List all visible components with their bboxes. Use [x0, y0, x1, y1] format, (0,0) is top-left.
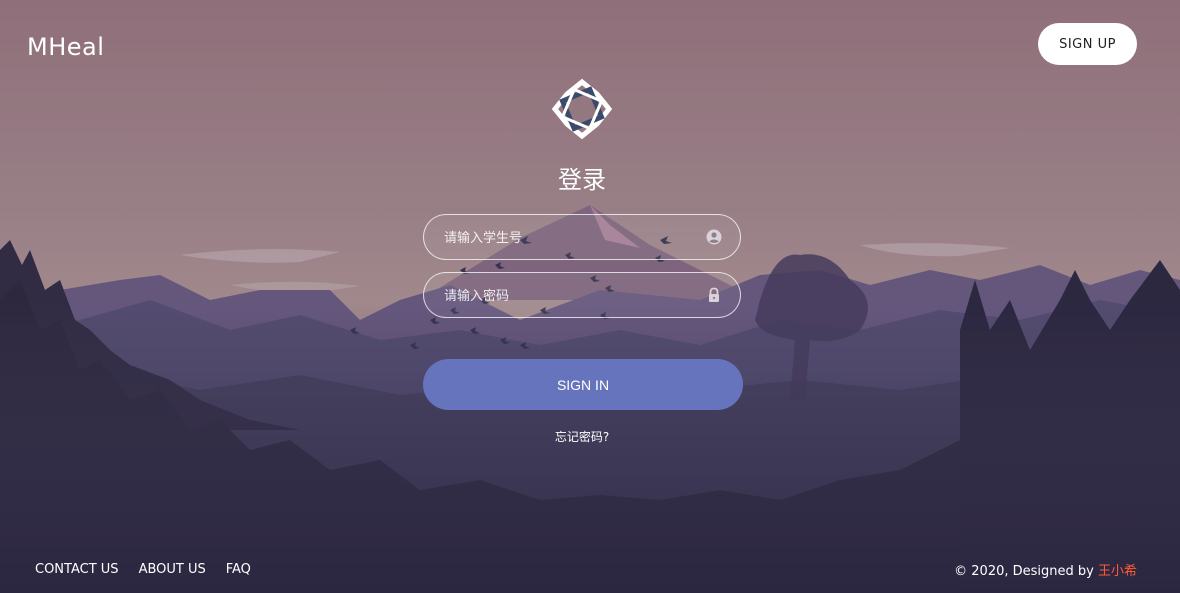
lock-icon [709, 287, 719, 302]
copyright-text: © 2020, Designed by 王小希 [954, 560, 1137, 579]
footer-link-about-us[interactable]: ABOUT US [139, 562, 206, 577]
login-title: 登录 [558, 166, 606, 194]
copyright-prefix: © 2020, Designed by [954, 564, 1094, 579]
password-field[interactable] [423, 272, 741, 319]
footer-link-faq[interactable]: FAQ [226, 562, 251, 577]
student-id-input[interactable] [442, 215, 696, 261]
signup-button[interactable]: SIGN UP [1038, 23, 1137, 65]
signin-button[interactable]: SIGN IN [423, 359, 743, 410]
footer-nav: CONTACT US ABOUT US FAQ [35, 562, 251, 577]
password-input[interactable] [442, 273, 696, 319]
brand-logo-text[interactable]: MHeal [27, 33, 104, 61]
footer-link-contact-us[interactable]: CONTACT US [35, 562, 119, 577]
user-circle-icon [706, 229, 722, 245]
forgot-password-link[interactable]: 忘记密码? [0, 428, 1164, 445]
author-link[interactable]: 王小希 [1098, 564, 1137, 579]
app-logo-icon [551, 78, 613, 140]
student-id-field[interactable] [423, 214, 741, 261]
